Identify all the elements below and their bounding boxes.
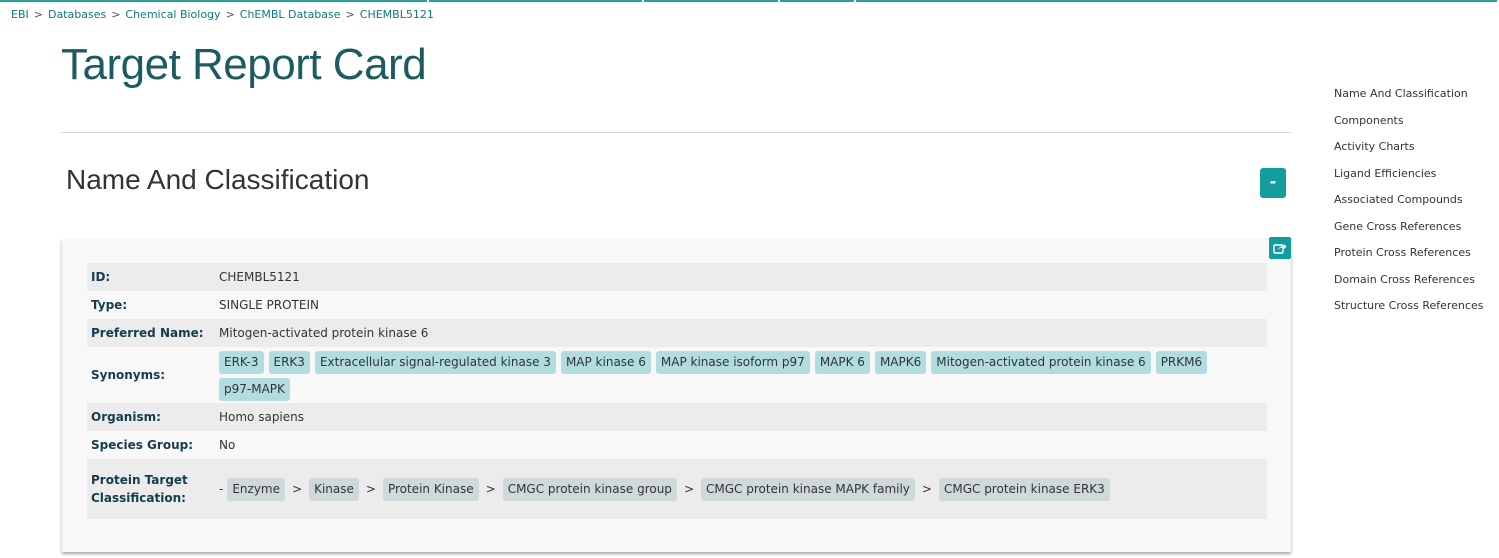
breadcrumb-ebi[interactable]: EBI <box>11 8 29 21</box>
classification-separator: > <box>683 482 694 496</box>
synonym-tag: MAP kinase 6 <box>560 350 651 374</box>
property-label: Species Group: <box>91 438 193 452</box>
properties-table: ID: CHEMBL5121 Type: SINGLE PROTEIN Pref… <box>87 263 1267 519</box>
property-row-type: Type: SINGLE PROTEIN <box>87 291 1267 319</box>
share-button[interactable] <box>1269 237 1291 259</box>
synonym-tag: MAP kinase isoform p97 <box>655 350 810 374</box>
classification-tag: Kinase <box>309 477 359 501</box>
classification-tag: Enzyme <box>227 477 286 501</box>
breadcrumb-databases[interactable]: Databases <box>48 8 106 21</box>
breadcrumb-separator: > <box>111 8 121 21</box>
property-label: Preferred Name: <box>91 326 204 340</box>
classification-separator: > <box>365 482 376 496</box>
nav-link-name-and-classification[interactable]: Name And Classification <box>1334 87 1483 114</box>
synonyms-list: ERK-3 ERK3 Extracellular signal-regulate… <box>219 347 1267 403</box>
nav-link-components[interactable]: Components <box>1334 114 1483 141</box>
classification-tag: CMGC protein kinase MAPK family <box>701 477 915 501</box>
synonym-tag: p97-MAPK <box>219 377 290 401</box>
page-title: Target Report Card <box>61 40 427 89</box>
collapse-button[interactable]: - <box>1260 168 1286 198</box>
classification-tag: CMGC protein kinase group <box>502 477 677 501</box>
top-accent-bar <box>0 0 1499 2</box>
property-row-organism: Organism: Homo sapiens <box>87 403 1267 431</box>
property-row-synonyms: Synonyms: ERK-3 ERK3 Extracellular signa… <box>87 347 1267 403</box>
nav-link-ligand-efficiencies[interactable]: Ligand Efficiencies <box>1334 167 1483 194</box>
label-line: Classification: <box>91 491 186 505</box>
synonym-tag: MAPK 6 <box>814 350 870 374</box>
nav-link-protein-cross-references[interactable]: Protein Cross References <box>1334 246 1483 273</box>
property-value: No <box>219 438 236 452</box>
nav-link-activity-charts[interactable]: Activity Charts <box>1334 140 1483 167</box>
label-line: Protein Target <box>91 473 188 487</box>
property-label: Protein Target Classification: <box>87 459 219 519</box>
synonym-tag: ERK-3 <box>219 350 264 374</box>
property-row-preferred-name: Preferred Name: Mitogen-activated protei… <box>87 319 1267 347</box>
classification-separator: > <box>921 482 932 496</box>
nav-link-associated-compounds[interactable]: Associated Compounds <box>1334 193 1483 220</box>
property-label: ID: <box>91 270 111 284</box>
synonym-tag: Extracellular signal-regulated kinase 3 <box>314 350 556 374</box>
property-value: Homo sapiens <box>219 410 305 424</box>
classification-prefix: - <box>219 482 224 496</box>
breadcrumb-separator: > <box>345 8 355 21</box>
classification-separator: > <box>292 482 303 496</box>
nav-link-structure-cross-references[interactable]: Structure Cross References <box>1334 299 1483 326</box>
classification-tag: Protein Kinase <box>382 477 479 501</box>
synonym-tag: Mitogen-activated protein kinase 6 <box>931 350 1151 374</box>
nav-link-gene-cross-references[interactable]: Gene Cross References <box>1334 220 1483 247</box>
classification-separator: > <box>485 482 496 496</box>
property-value: Mitogen-activated protein kinase 6 <box>219 326 429 340</box>
breadcrumb-chembl-database[interactable]: ChEMBL Database <box>240 8 341 21</box>
synonym-tag: ERK3 <box>268 350 310 374</box>
property-row-species-group: Species Group: No <box>87 431 1267 459</box>
breadcrumb-chemical-biology[interactable]: Chemical Biology <box>125 8 220 21</box>
classification-tag: CMGC protein kinase ERK3 <box>938 477 1110 501</box>
title-divider <box>61 132 1291 133</box>
property-label: Synonyms: <box>91 368 166 382</box>
breadcrumb: EBI > Databases > Chemical Biology > ChEMBL Da… <box>11 8 434 21</box>
share-icon <box>1273 244 1287 254</box>
synonym-tag: MAPK6 <box>874 350 927 374</box>
property-label: Organism: <box>91 410 161 424</box>
breadcrumb-current[interactable]: CHEMBL5121 <box>360 8 434 21</box>
breadcrumb-separator: > <box>225 8 235 21</box>
property-label: Type: <box>91 298 128 312</box>
section-title: Name And Classification <box>66 164 370 195</box>
property-row-classification: Protein Target Classification: - Enzyme … <box>87 459 1267 519</box>
property-row-id: ID: CHEMBL5121 <box>87 263 1267 291</box>
breadcrumb-separator: > <box>33 8 43 21</box>
section-nav: Name And Classification Components Activ… <box>1334 87 1483 326</box>
synonym-tag: PRKM6 <box>1155 350 1208 374</box>
property-value: CHEMBL5121 <box>219 270 300 284</box>
classification-path: - Enzyme > Kinase > Protein Kinase > CMG… <box>219 459 1267 519</box>
nav-link-domain-cross-references[interactable]: Domain Cross References <box>1334 273 1483 300</box>
property-value: SINGLE PROTEIN <box>219 298 319 312</box>
